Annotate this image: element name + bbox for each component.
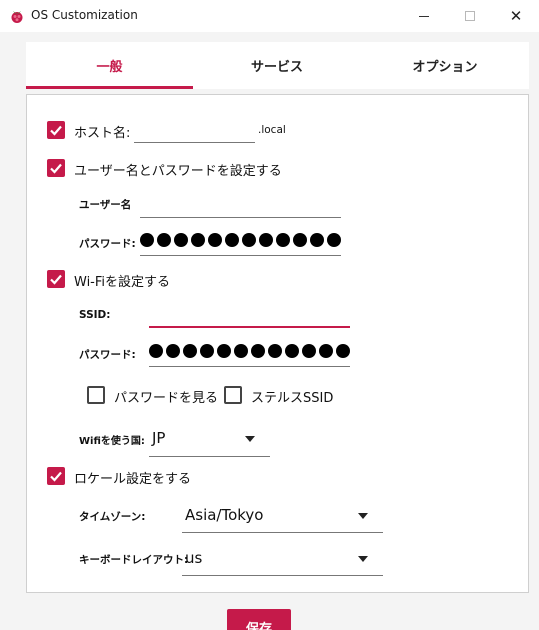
password-dot [208, 233, 222, 247]
maximize-icon [465, 11, 475, 21]
tab-label: オプション [412, 60, 478, 75]
user-password-dots [140, 231, 341, 249]
tab-options[interactable]: オプション [361, 42, 529, 89]
password-dot [285, 344, 299, 358]
password-dot [217, 344, 231, 358]
timezone-label: タイムゾーン: [79, 511, 146, 523]
timezone-value: Asia/Tokyo [185, 506, 264, 524]
show-password-checkbox[interactable] [87, 386, 105, 404]
check-icon [50, 274, 62, 285]
user-password-input[interactable] [140, 255, 341, 256]
tab-services[interactable]: サービス [193, 42, 361, 89]
active-tab-indicator [26, 86, 193, 89]
title-bar: OS Customization ✕ [0, 0, 539, 32]
password-dot [293, 233, 307, 247]
password-dot [319, 344, 333, 358]
maximize-button[interactable] [447, 0, 493, 32]
password-dot [234, 344, 248, 358]
password-dot [336, 344, 350, 358]
wifi-country-value: JP [152, 429, 166, 447]
password-dot [302, 344, 316, 358]
hidden-ssid-checkbox[interactable] [224, 386, 242, 404]
user-checkbox[interactable] [47, 159, 65, 177]
window-title: OS Customization [31, 8, 138, 22]
wifi-label: Wi-Fiを設定する [74, 275, 171, 290]
save-button-label: 保存 [245, 622, 272, 630]
tab-bar: 一般 サービス オプション [26, 42, 529, 89]
timezone-underline [182, 532, 383, 533]
password-dot [183, 344, 197, 358]
ssid-input[interactable] [149, 326, 350, 328]
username-input[interactable] [140, 217, 341, 218]
password-dot [166, 344, 180, 358]
tab-label: 一般 [96, 60, 123, 75]
minimize-icon [419, 15, 429, 17]
locale-checkbox[interactable] [47, 467, 65, 485]
user-label: ユーザー名とパスワードを設定する [74, 164, 282, 179]
close-button[interactable]: ✕ [493, 0, 539, 32]
password-dot [140, 233, 154, 247]
ssid-label: SSID: [79, 309, 111, 321]
password-dot [225, 233, 239, 247]
password-dot [259, 233, 273, 247]
password-dot [149, 344, 163, 358]
password-dot [276, 233, 290, 247]
user-password-label: パスワード: [79, 238, 136, 250]
check-icon [50, 125, 62, 136]
hostname-suffix: .local [258, 124, 286, 136]
wifi-country-underline [149, 456, 270, 457]
chevron-down-icon [245, 436, 255, 442]
keyboard-underline [182, 575, 383, 576]
hostname-checkbox[interactable] [47, 121, 65, 139]
tab-general[interactable]: 一般 [26, 42, 193, 89]
check-icon [50, 163, 62, 174]
username-label: ユーザー名 [79, 199, 132, 211]
password-dot [327, 233, 341, 247]
hostname-input[interactable] [134, 142, 255, 143]
raspberry-pi-icon [11, 11, 23, 23]
hostname-label: ホスト名: [74, 126, 131, 141]
password-dot [242, 233, 256, 247]
chevron-down-icon [358, 513, 368, 519]
wifi-password-dots [149, 342, 350, 360]
wifi-password-input[interactable] [149, 366, 350, 367]
close-icon: ✕ [509, 7, 523, 25]
check-icon [50, 471, 62, 482]
chevron-down-icon [358, 556, 368, 562]
password-dot [157, 233, 171, 247]
locale-label: ロケール設定をする [74, 472, 192, 487]
password-dot [310, 233, 324, 247]
password-dot [200, 344, 214, 358]
wifi-country-label: Wifiを使う国: [79, 436, 145, 447]
minimize-button[interactable] [401, 0, 447, 32]
password-dot [251, 344, 265, 358]
save-button[interactable]: 保存 [227, 609, 291, 630]
password-dot [268, 344, 282, 358]
password-dot [174, 233, 188, 247]
keyboard-value: us [185, 549, 203, 567]
tab-label: サービス [250, 60, 303, 75]
keyboard-label: キーボードレイアウト: [79, 554, 189, 566]
show-password-label: パスワードを見る [114, 391, 219, 406]
password-dot [191, 233, 205, 247]
wifi-checkbox[interactable] [47, 270, 65, 288]
hidden-ssid-label: ステルスSSID [251, 391, 334, 406]
general-settings-panel: ホスト名: .local ユーザー名とパスワードを設定する ユーザー名 パスワー… [26, 94, 529, 593]
wifi-password-label: パスワード: [79, 349, 136, 361]
